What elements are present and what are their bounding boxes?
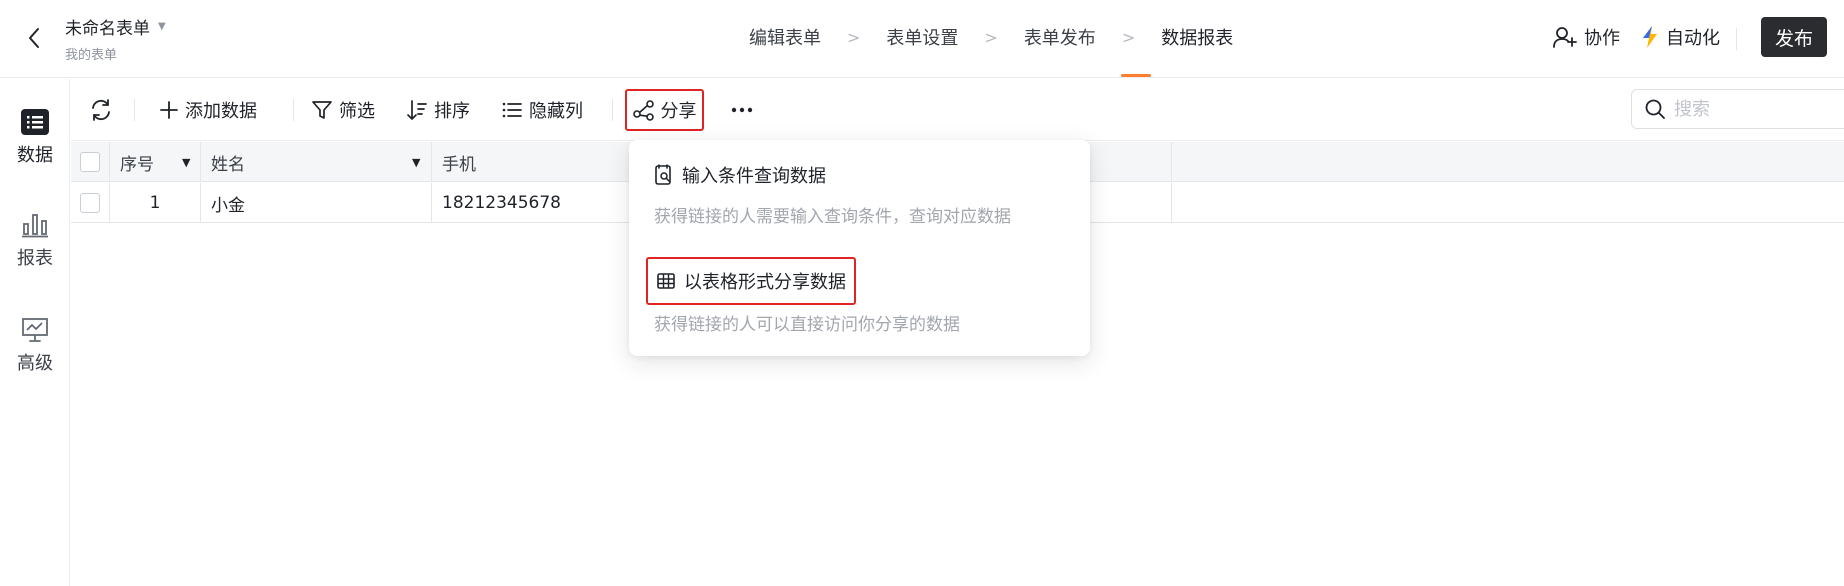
refresh-icon [92, 99, 110, 121]
step-form-settings[interactable]: 表单设置 [882, 24, 962, 50]
data-toolbar: 添加数据 筛选 排序 隐藏列 分享 [71, 79, 1844, 141]
row-checkbox[interactable] [80, 193, 100, 213]
search-icon [1645, 99, 1665, 119]
sort-button[interactable]: 排序 [406, 93, 470, 127]
row-name-cell[interactable]: 小金 [201, 183, 432, 223]
caret-down-icon[interactable]: ▼ [182, 156, 190, 169]
sidebar-item-report[interactable]: 报表 [0, 212, 70, 270]
step-edit-form[interactable]: 编辑表单 [745, 24, 825, 50]
caret-down-icon[interactable]: ▼ [412, 156, 420, 169]
add-user-icon [1553, 27, 1577, 48]
column-header-name[interactable]: 姓名 ▼ [201, 142, 432, 182]
row-index-cell: 1 [110, 183, 201, 223]
lightning-icon [1643, 26, 1657, 48]
active-step-indicator [1121, 74, 1151, 77]
table-icon [657, 273, 675, 289]
select-all-cell [71, 142, 110, 182]
search-input[interactable] [1674, 98, 1844, 120]
row-select-cell [71, 183, 110, 223]
column-header-label: 序号 [120, 154, 154, 175]
share-table-title: 以表格形式分享数据 [684, 272, 846, 293]
share-query-description: 获得链接的人需要输入查询条件，查询对应数据 [654, 207, 1011, 227]
sidebar-item-label: 高级 [17, 353, 53, 374]
sidebar-item-data[interactable]: 数据 [0, 109, 70, 167]
filter-label: 筛选 [339, 101, 375, 122]
share-query-title: 输入条件查询数据 [682, 166, 826, 187]
list-icon [502, 102, 522, 118]
form-title[interactable]: 未命名表单 ▼ [65, 14, 166, 39]
hide-columns-button[interactable]: 隐藏列 [501, 93, 583, 127]
step-data-report[interactable]: 数据报表 [1157, 24, 1237, 50]
sidebar-item-label: 数据 [17, 145, 53, 166]
plus-icon [160, 101, 178, 119]
divider [612, 99, 613, 121]
more-button[interactable] [727, 93, 757, 127]
automation-button[interactable]: 自动化 [1640, 24, 1720, 50]
chevron-right-icon: > [984, 27, 998, 47]
more-icon [731, 107, 753, 113]
share-button[interactable]: 分享 [625, 89, 704, 131]
column-header-label: 姓名 [211, 154, 245, 175]
form-title-text: 未命名表单 [65, 19, 150, 39]
top-header: 未命名表单 ▼ 我的表单 编辑表单 > 表单设置 > 表单发布 > 数据报表 协… [0, 0, 1844, 78]
sidebar-item-advanced[interactable]: 高级 [0, 317, 70, 375]
hide-columns-label: 隐藏列 [529, 101, 583, 122]
share-dropdown-menu: 输入条件查询数据 获得链接的人需要输入查询条件，查询对应数据 以表格形式分享数据… [629, 140, 1090, 356]
back-button[interactable] [22, 24, 46, 52]
column-header-label: 手机 [442, 154, 476, 175]
filter-icon [312, 101, 332, 119]
refresh-button[interactable] [89, 93, 113, 127]
automation-label: 自动化 [1666, 28, 1720, 49]
collaborate-button[interactable]: 协作 [1552, 24, 1620, 50]
add-data-label: 添加数据 [185, 101, 257, 122]
bar-chart-icon [22, 214, 48, 238]
step-nav: 编辑表单 > 表单设置 > 表单发布 > 数据报表 [745, 22, 1237, 52]
list-icon [21, 109, 49, 135]
publish-button[interactable]: 发布 [1761, 17, 1827, 57]
chevron-left-icon [29, 28, 39, 48]
left-sidebar: 数据 报表 高级 [0, 79, 70, 586]
select-all-checkbox[interactable] [80, 152, 100, 172]
divider [293, 99, 294, 121]
chevron-right-icon: > [1121, 27, 1136, 47]
search-box [1631, 89, 1844, 129]
share-query-option[interactable]: 输入条件查询数据 [654, 162, 826, 188]
column-header-index[interactable]: 序号 ▼ [110, 142, 201, 182]
share-table-description: 获得链接的人可以直接访问你分享的数据 [654, 315, 960, 335]
sort-icon [407, 100, 427, 120]
caret-down-icon: ▼ [158, 21, 166, 32]
chevron-right-icon: > [847, 27, 861, 47]
share-icon [632, 100, 654, 121]
form-subtitle: 我的表单 [65, 48, 118, 63]
query-form-icon [655, 164, 671, 185]
sort-label: 排序 [434, 101, 470, 122]
step-form-publish[interactable]: 表单发布 [1020, 24, 1100, 50]
share-label: 分享 [660, 101, 697, 122]
filter-button[interactable]: 筛选 [311, 93, 375, 127]
share-table-option[interactable]: 以表格形式分享数据 [646, 257, 856, 305]
sidebar-item-label: 报表 [17, 248, 53, 269]
add-data-button[interactable]: 添加数据 [159, 93, 257, 127]
divider [1736, 28, 1737, 50]
divider [134, 99, 135, 121]
collaborate-label: 协作 [1584, 28, 1620, 49]
presentation-icon [22, 318, 48, 342]
